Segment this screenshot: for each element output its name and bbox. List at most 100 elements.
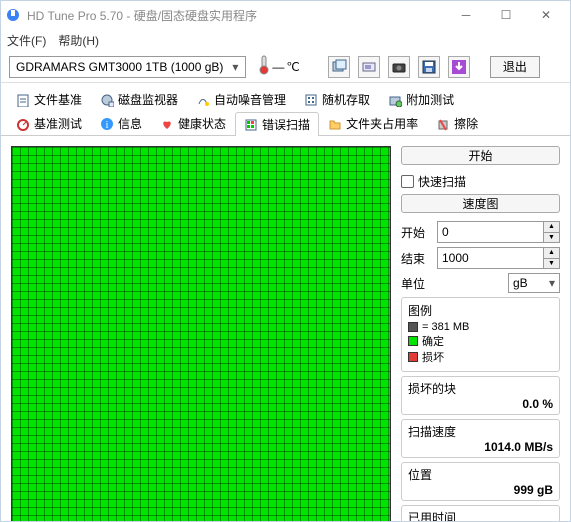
scan-speed-label: 扫描速度 [408, 423, 553, 440]
tab-file-benchmark[interactable]: 文件基准 [7, 87, 91, 111]
position-box: 位置 999 gB [401, 462, 560, 501]
tab-folder-usage[interactable]: 文件夹占用率 [319, 111, 427, 135]
elapsed-label: 已用时间 [408, 509, 553, 521]
end-input[interactable]: 1000 ▲▼ [437, 247, 560, 269]
tab-label: 自动噪音管理 [214, 91, 286, 108]
side-panel: 开始 快速扫描 速度图 开始 0 ▲▼ 结束 1000 [401, 146, 560, 511]
screenshot-button[interactable] [358, 56, 380, 78]
info-icon: i [100, 117, 114, 131]
health-icon [160, 117, 174, 131]
damaged-blocks-value: 0.0 % [408, 397, 553, 411]
exit-button[interactable]: 退出 [490, 56, 540, 78]
drive-select[interactable]: GDRAMARS GMT3000 1TB (1000 gB) ▾ [9, 56, 246, 78]
content-area: 开始 快速扫描 速度图 开始 0 ▲▼ 结束 1000 [1, 136, 570, 521]
end-field-label: 结束 [401, 250, 431, 267]
legend-title: 图例 [408, 302, 553, 319]
quickscan-checkbox[interactable]: 快速扫描 [401, 173, 560, 190]
menu-file[interactable]: 文件(F) [7, 32, 46, 49]
tab-health[interactable]: 健康状态 [151, 111, 235, 135]
legend-ok-swatch [408, 336, 418, 346]
benchmark-icon [16, 117, 30, 131]
tab-label: 擦除 [454, 115, 478, 132]
app-icon [5, 7, 21, 23]
maximize-button[interactable]: ☐ [486, 3, 526, 27]
tab-erase[interactable]: 擦除 [427, 111, 487, 135]
end-spinner[interactable]: ▲▼ [543, 248, 559, 268]
app-window: HD Tune Pro 5.70 - 硬盘/固态硬盘实用程序 ─ ☐ ✕ 文件(… [0, 0, 571, 522]
legend-box: 图例 = 381 MB 确定 损坏 [401, 297, 560, 372]
tab-label: 文件夹占用率 [346, 115, 418, 132]
drive-select-value: GDRAMARS GMT3000 1TB (1000 gB) [12, 60, 227, 74]
erase-icon [436, 117, 450, 131]
end-input-value: 1000 [438, 248, 543, 268]
camera-button[interactable] [388, 56, 410, 78]
chevron-down-icon: ▾ [227, 60, 243, 74]
svg-text:i: i [106, 120, 109, 131]
menu-help[interactable]: 帮助(H) [58, 32, 99, 49]
speedmap-button[interactable]: 速度图 [401, 194, 560, 213]
legend-block-text: = 381 MB [422, 321, 469, 333]
minimize-button[interactable]: ─ [446, 3, 486, 27]
titlebar: HD Tune Pro 5.70 - 硬盘/固态硬盘实用程序 ─ ☐ ✕ [1, 1, 570, 29]
tab-benchmark[interactable]: 基准测试 [7, 111, 91, 135]
download-button[interactable] [448, 56, 470, 78]
legend-damaged-text: 损坏 [422, 349, 444, 365]
damaged-blocks-label: 损坏的块 [408, 380, 553, 397]
start-input[interactable]: 0 ▲▼ [437, 221, 560, 243]
tab-info[interactable]: i 信息 [91, 111, 151, 135]
temperature-display: — ℃ [254, 55, 303, 78]
unit-select[interactable]: gB ▾ [508, 273, 560, 293]
tab-bar: 文件基准 磁盘监视器 自动噪音管理 随机存取 附加测试基准测试 i 信息 健康状态 错误扫描 文件… [1, 83, 570, 136]
toolbar: GDRAMARS GMT3000 1TB (1000 gB) ▾ — ℃ [1, 51, 570, 83]
tab-label: 文件基准 [34, 91, 82, 108]
scan-speed-box: 扫描速度 1014.0 MB/s [401, 419, 560, 458]
tab-label: 随机存取 [322, 91, 370, 108]
window-title: HD Tune Pro 5.70 - 硬盘/固态硬盘实用程序 [27, 7, 446, 24]
error-scan-icon [244, 118, 258, 132]
temperature-unit: ℃ [286, 60, 299, 74]
scan-map [11, 146, 391, 521]
unit-label: 单位 [401, 275, 431, 292]
start-field-label: 开始 [401, 224, 431, 241]
disk-monitor-icon [100, 93, 114, 107]
elapsed-box: 已用时间 6:44 [401, 505, 560, 521]
unit-select-value: gB [509, 276, 545, 290]
tab-aam[interactable]: 自动噪音管理 [187, 87, 295, 111]
exit-label: 退出 [503, 58, 527, 75]
menubar: 文件(F) 帮助(H) [1, 29, 570, 51]
tab-disk-monitor[interactable]: 磁盘监视器 [91, 87, 187, 111]
speedmap-label: 速度图 [462, 195, 498, 212]
start-spinner[interactable]: ▲▼ [543, 222, 559, 242]
position-value: 999 gB [408, 483, 553, 497]
thermometer-icon [258, 55, 270, 78]
aam-icon [196, 93, 210, 107]
copy-info-button[interactable] [328, 56, 350, 78]
chevron-down-icon: ▾ [545, 276, 559, 290]
tab-label: 基准测试 [34, 115, 82, 132]
tab-label: 信息 [118, 115, 142, 132]
position-label: 位置 [408, 466, 553, 483]
close-button[interactable]: ✕ [526, 3, 566, 27]
tab-extra-tests[interactable]: 附加测试 [379, 87, 463, 111]
folder-usage-icon [328, 117, 342, 131]
tab-error-scan[interactable]: 错误扫描 [235, 112, 319, 136]
random-access-icon [304, 93, 318, 107]
tab-label: 错误扫描 [262, 116, 310, 133]
legend-block-swatch [408, 322, 418, 332]
temperature-value: — [272, 60, 284, 74]
extra-tests-icon [388, 93, 402, 107]
legend-damaged-swatch [408, 352, 418, 362]
tab-label: 磁盘监视器 [118, 91, 178, 108]
save-button[interactable] [418, 56, 440, 78]
legend-ok-text: 确定 [422, 333, 444, 349]
start-button[interactable]: 开始 [401, 146, 560, 165]
start-input-value: 0 [438, 222, 543, 242]
quickscan-label: 快速扫描 [418, 173, 466, 190]
start-button-label: 开始 [468, 147, 492, 164]
scan-speed-value: 1014.0 MB/s [408, 440, 553, 454]
tab-label: 附加测试 [406, 91, 454, 108]
checkbox-box [401, 175, 414, 188]
tab-random-access[interactable]: 随机存取 [295, 87, 379, 111]
tab-label: 健康状态 [178, 115, 226, 132]
file-benchmark-icon [16, 93, 30, 107]
